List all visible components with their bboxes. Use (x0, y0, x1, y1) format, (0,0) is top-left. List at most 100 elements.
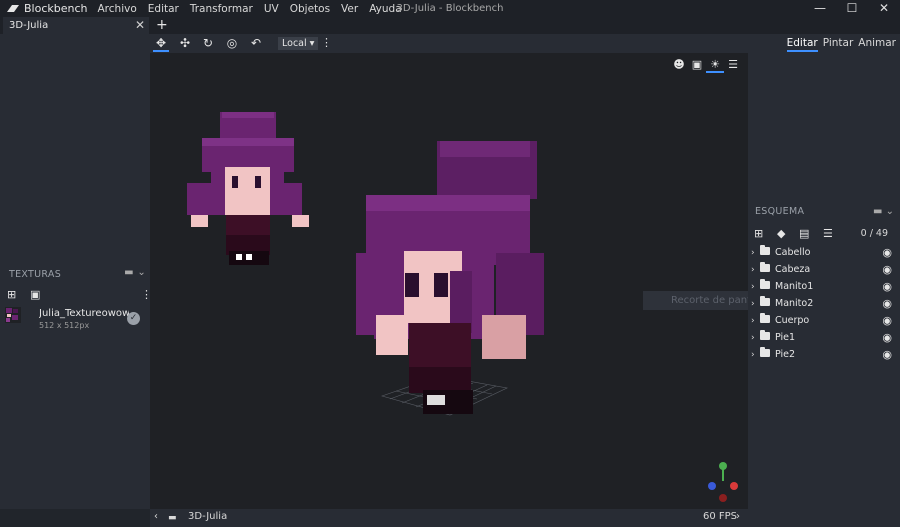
outliner-toolbar: ⊞ ◆ ▤ ☰ 0 / 49 (748, 227, 900, 243)
eye-icon[interactable]: ◉ (882, 348, 892, 361)
folder-icon (760, 245, 770, 255)
outliner-item[interactable]: › Manito2 ◉ (748, 295, 900, 312)
outliner-label: Cuerpo (775, 315, 810, 326)
import-texture-icon[interactable]: ⊞ (7, 288, 16, 301)
panel-controls[interactable]: ▬ ⌄ (124, 267, 146, 278)
pivot-icon[interactable]: ◎ (224, 36, 240, 52)
menu-transformar[interactable]: Transformar (190, 3, 253, 15)
folder-icon (760, 330, 770, 340)
outliner-count: 0 / 49 (860, 228, 888, 239)
folder-icon (760, 262, 770, 272)
app-logo: Blockbench (6, 2, 88, 15)
menu-uv[interactable]: UV (264, 3, 279, 15)
tab-label: 3D-Julia (9, 20, 49, 31)
tab-editar[interactable]: Editar (786, 37, 818, 52)
menu-bar: Archivo Editar Transformar UV Objetos Ve… (98, 3, 413, 15)
eye-icon[interactable]: ◉ (882, 263, 892, 276)
outliner-item[interactable]: › Cabeza ◉ (748, 261, 900, 278)
outliner-label: Manito2 (775, 298, 814, 309)
close-tab-icon[interactable]: ✕ (135, 18, 145, 32)
large-character (356, 141, 544, 414)
chevron-right-icon[interactable]: › (751, 265, 755, 275)
textures-title: TEXTURAS (9, 268, 62, 280)
right-sidebar: Editar Pintar Animar ESQUEMA ▬ ⌄ ⊞ ◆ ▤ ☰… (748, 34, 900, 527)
folder-icon (760, 296, 770, 306)
tab-animar[interactable]: Animar (858, 37, 896, 52)
viewport-status-bar: ‹ ▬ 3D-Julia 60 FPS › (150, 509, 748, 527)
new-tab-button[interactable]: + (156, 17, 168, 33)
texture-used-icon: ✓ (127, 312, 140, 325)
textures-panel-header: TEXTURAS ▬ ⌄ (0, 266, 150, 282)
chevron-left-icon[interactable]: ‹ (154, 511, 158, 522)
chevron-right-icon[interactable]: › (751, 316, 755, 326)
maximize-icon[interactable]: ☐ (836, 0, 868, 17)
chevron-right-icon[interactable]: › (751, 333, 755, 343)
eye-icon[interactable]: ◉ (882, 314, 892, 327)
outliner-label: Manito1 (775, 281, 814, 292)
collapse-all-icon[interactable]: ☰ (823, 227, 833, 240)
viewport: ✥ ✣ ↻ ◎ ↶ Local ▾ ⋮ ☻ ▣ ☀ ☰ (150, 34, 748, 509)
eye-icon[interactable]: ◉ (882, 331, 892, 344)
resize-icon[interactable]: ✣ (177, 36, 193, 52)
move-icon[interactable]: ✥ (153, 36, 169, 52)
textures-toolbar: ⊞ ▣ ⋮ (0, 288, 152, 304)
menu-editar[interactable]: Editar (148, 3, 179, 15)
texture-item[interactable]: Julia_Textureowow.png 512 x 512px ✓ (0, 304, 150, 332)
outliner-title: ESQUEMA (755, 206, 805, 217)
scene-render (187, 112, 544, 416)
viewport-toolbar: ✥ ✣ ↻ ◎ ↶ Local ▾ ⋮ (150, 34, 748, 53)
blockbench-logo-icon (7, 4, 19, 12)
3d-canvas[interactable]: ☻ ▣ ☀ ☰ (150, 53, 748, 509)
title-bar: Blockbench Archivo Editar Transformar UV… (0, 0, 900, 17)
model-name: 3D-Julia (188, 511, 228, 522)
texture-name: Julia_Textureowow.png (39, 308, 129, 319)
folder-icon (760, 347, 770, 357)
folder-icon (760, 313, 770, 323)
chevron-right-icon[interactable]: › (751, 299, 755, 309)
chevron-right-icon[interactable]: › (751, 282, 755, 292)
tab-pintar[interactable]: Pintar (823, 37, 854, 52)
fps-counter: 60 FPS (703, 511, 738, 522)
outliner-label: Pie2 (775, 349, 796, 360)
vertex-snap-icon[interactable]: ↶ (248, 36, 264, 52)
tab-3d-julia[interactable]: 3D-Julia ✕ (3, 17, 149, 34)
window-controls: — ☐ ✕ (804, 0, 900, 17)
outliner-item[interactable]: › Pie2 ◉ (748, 346, 900, 363)
panel-controls[interactable]: ▬ ⌄ (873, 206, 894, 217)
outliner-item[interactable]: › Manito1 ◉ (748, 278, 900, 295)
menu-objetos[interactable]: Objetos (290, 3, 330, 15)
app-name: Blockbench (24, 2, 88, 15)
chevron-right-icon[interactable]: › (736, 511, 740, 522)
menu-ayuda[interactable]: Ayuda (369, 3, 401, 15)
menu-ver[interactable]: Ver (341, 3, 358, 15)
mode-tabs: Editar Pintar Animar (782, 37, 896, 52)
model-type-icon: ▬ (168, 513, 177, 523)
close-icon[interactable]: ✕ (868, 0, 900, 17)
eye-icon[interactable]: ◉ (882, 280, 892, 293)
outliner-label: Pie1 (775, 332, 796, 343)
texture-size: 512 x 512px (39, 321, 90, 330)
chevron-right-icon[interactable]: › (751, 248, 755, 258)
menu-archivo[interactable]: Archivo (98, 3, 137, 15)
texture-thumbnail (5, 307, 21, 323)
chevron-right-icon[interactable]: › (751, 350, 755, 360)
left-sidebar: TEXTURAS ▬ ⌄ ⊞ ▣ ⋮ Julia_Textureowow.png… (0, 34, 152, 509)
outliner-item[interactable]: › Cabello ◉ (748, 244, 900, 261)
eye-icon[interactable]: ◉ (882, 246, 892, 259)
outliner-label: Cabello (775, 247, 811, 258)
project-tabs: 3D-Julia ✕ + (0, 17, 900, 34)
minimize-icon[interactable]: — (804, 0, 836, 17)
add-mesh-icon[interactable]: ◆ (777, 227, 785, 240)
folder-icon (760, 279, 770, 289)
eye-icon[interactable]: ◉ (882, 297, 892, 310)
add-cube-icon[interactable]: ⊞ (754, 227, 763, 240)
axis-gizmo[interactable] (700, 458, 746, 504)
rotate-icon[interactable]: ↻ (200, 36, 216, 52)
transform-space-select[interactable]: Local ▾ (278, 37, 319, 50)
outliner-item[interactable]: › Pie1 ◉ (748, 329, 900, 346)
outliner-item[interactable]: › Cuerpo ◉ (748, 312, 900, 329)
small-character (187, 112, 309, 265)
more-options-icon[interactable]: ⋮ (321, 36, 332, 49)
add-group-icon[interactable]: ▤ (799, 227, 809, 240)
create-texture-icon[interactable]: ▣ (30, 288, 40, 301)
